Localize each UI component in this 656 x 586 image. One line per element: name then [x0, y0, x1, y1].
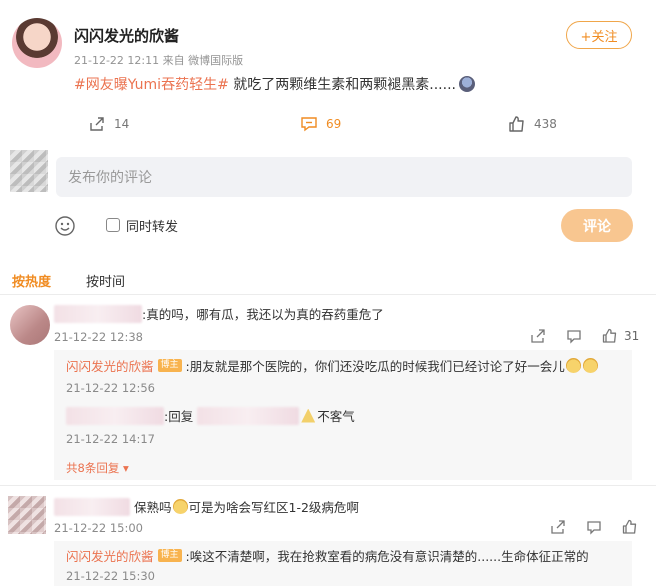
- emoji-picker-icon[interactable]: [54, 215, 76, 237]
- commenter-avatar[interactable]: [8, 496, 46, 534]
- repost-count: 14: [114, 117, 130, 131]
- share-icon[interactable]: [530, 328, 546, 344]
- comment-text: :真的吗，哪有瓜，我还以为真的吞药重危了: [142, 307, 384, 322]
- comment-like[interactable]: 31: [602, 328, 639, 344]
- emoji-icon: [582, 358, 598, 373]
- post-text: #网友曝Yumi吞药轻生# 就吃了两颗维生素和两颗褪黑素......: [74, 74, 475, 94]
- my-avatar: [10, 150, 48, 192]
- post-hashtag[interactable]: #网友曝Yumi吞药轻生#: [74, 77, 229, 93]
- divider: [0, 485, 656, 486]
- post-meta: 21-12-22 12:11 来自 微博国际版: [74, 54, 244, 67]
- more-replies-link[interactable]: 共8条回复 ▾: [66, 460, 129, 476]
- reply-time: 21-12-22 14:17: [66, 432, 155, 446]
- comment-count: 69: [326, 117, 342, 131]
- comment-icon[interactable]: [586, 519, 602, 535]
- emoji-icon: [458, 76, 475, 92]
- author-badge: 博主: [157, 359, 182, 372]
- reply-time: 21-12-22 12:56: [66, 381, 155, 395]
- comment-time: 21-12-22 15:00: [54, 521, 143, 535]
- reply-target-redacted: [197, 406, 300, 425]
- comment-text-suffix: 可是为啥会写红区1-2级病危啊: [188, 500, 359, 515]
- follow-button[interactable]: +关注: [566, 21, 632, 49]
- repost-checkbox[interactable]: [106, 218, 120, 232]
- share-icon[interactable]: [550, 519, 566, 535]
- commenter-avatar[interactable]: [10, 305, 50, 345]
- author-name[interactable]: 闪闪发光的欣酱: [74, 25, 179, 46]
- chevron-down-icon: ▾: [119, 461, 129, 475]
- reply-author-redacted: [66, 406, 164, 425]
- reply-line: 闪闪发光的欣酱 博主 :朋友就是那个医院的，你们还没吃瓜的时候我们已经讨论了好一…: [66, 356, 599, 375]
- author-badge: 博主: [157, 549, 182, 562]
- comment-line: :真的吗，哪有瓜，我还以为真的吞药重危了: [54, 304, 384, 323]
- emoji-icon: [565, 358, 581, 373]
- more-replies-label: 共8条回复: [66, 461, 120, 475]
- divider: [0, 294, 656, 295]
- reply-text: :朋友就是那个医院的，你们还没吃瓜的时候我们已经讨论了好一会儿: [185, 359, 565, 374]
- author-avatar[interactable]: [12, 18, 62, 68]
- reply-text-prefix: :回复: [164, 409, 194, 424]
- comment-text-prefix: 保熟吗: [134, 500, 172, 515]
- reply-time: 21-12-22 15:30: [66, 569, 155, 583]
- emoji-icon: [301, 408, 316, 423]
- comment-like-count: 31: [624, 329, 640, 343]
- reply-text: :唉这不清楚啊，我在抢救室看的病危没有意识清楚的......生命体征正常的: [185, 549, 589, 564]
- share-icon: [90, 117, 104, 131]
- submit-comment-button[interactable]: 评论: [561, 209, 633, 242]
- comment-line: 保熟吗 可是为啥会写红区1-2级病危啊: [54, 497, 359, 516]
- comment-actions: [550, 519, 638, 535]
- comment-actions: 31: [530, 328, 639, 344]
- emoji-icon: [172, 499, 188, 514]
- tab-sort-time[interactable]: 按时间: [86, 271, 125, 290]
- reply-text-suffix: 不客气: [317, 409, 355, 424]
- thumbs-up-icon[interactable]: [622, 519, 638, 535]
- thumbs-up-icon: [509, 116, 524, 132]
- commenter-name-redacted: [54, 497, 130, 516]
- thumbs-up-icon: [602, 328, 617, 343]
- commenter-name-redacted: [54, 304, 142, 323]
- reply-author-name[interactable]: 闪闪发光的欣酱: [66, 356, 154, 375]
- post-body: 就吃了两颗维生素和两颗褪黑素......: [228, 77, 456, 93]
- comment-input[interactable]: 发布你的评论: [56, 157, 632, 197]
- like-count: 438: [534, 117, 557, 131]
- comment-time: 21-12-22 12:38: [54, 330, 143, 344]
- like-action[interactable]: 438: [508, 115, 557, 133]
- reply-author-name[interactable]: 闪闪发光的欣酱: [66, 546, 154, 565]
- comment-action[interactable]: 69: [300, 115, 341, 133]
- tab-sort-hot[interactable]: 按热度: [12, 271, 51, 290]
- comment-icon: [301, 117, 317, 132]
- comment-icon[interactable]: [566, 328, 582, 344]
- repost-action[interactable]: 14: [88, 115, 129, 133]
- repost-checkbox-label[interactable]: 同时转发: [126, 216, 178, 235]
- reply-line: :回复 不客气: [66, 406, 355, 425]
- reply-line: 闪闪发光的欣酱 博主 :唉这不清楚啊，我在抢救室看的病危没有意识清楚的.....…: [66, 546, 589, 565]
